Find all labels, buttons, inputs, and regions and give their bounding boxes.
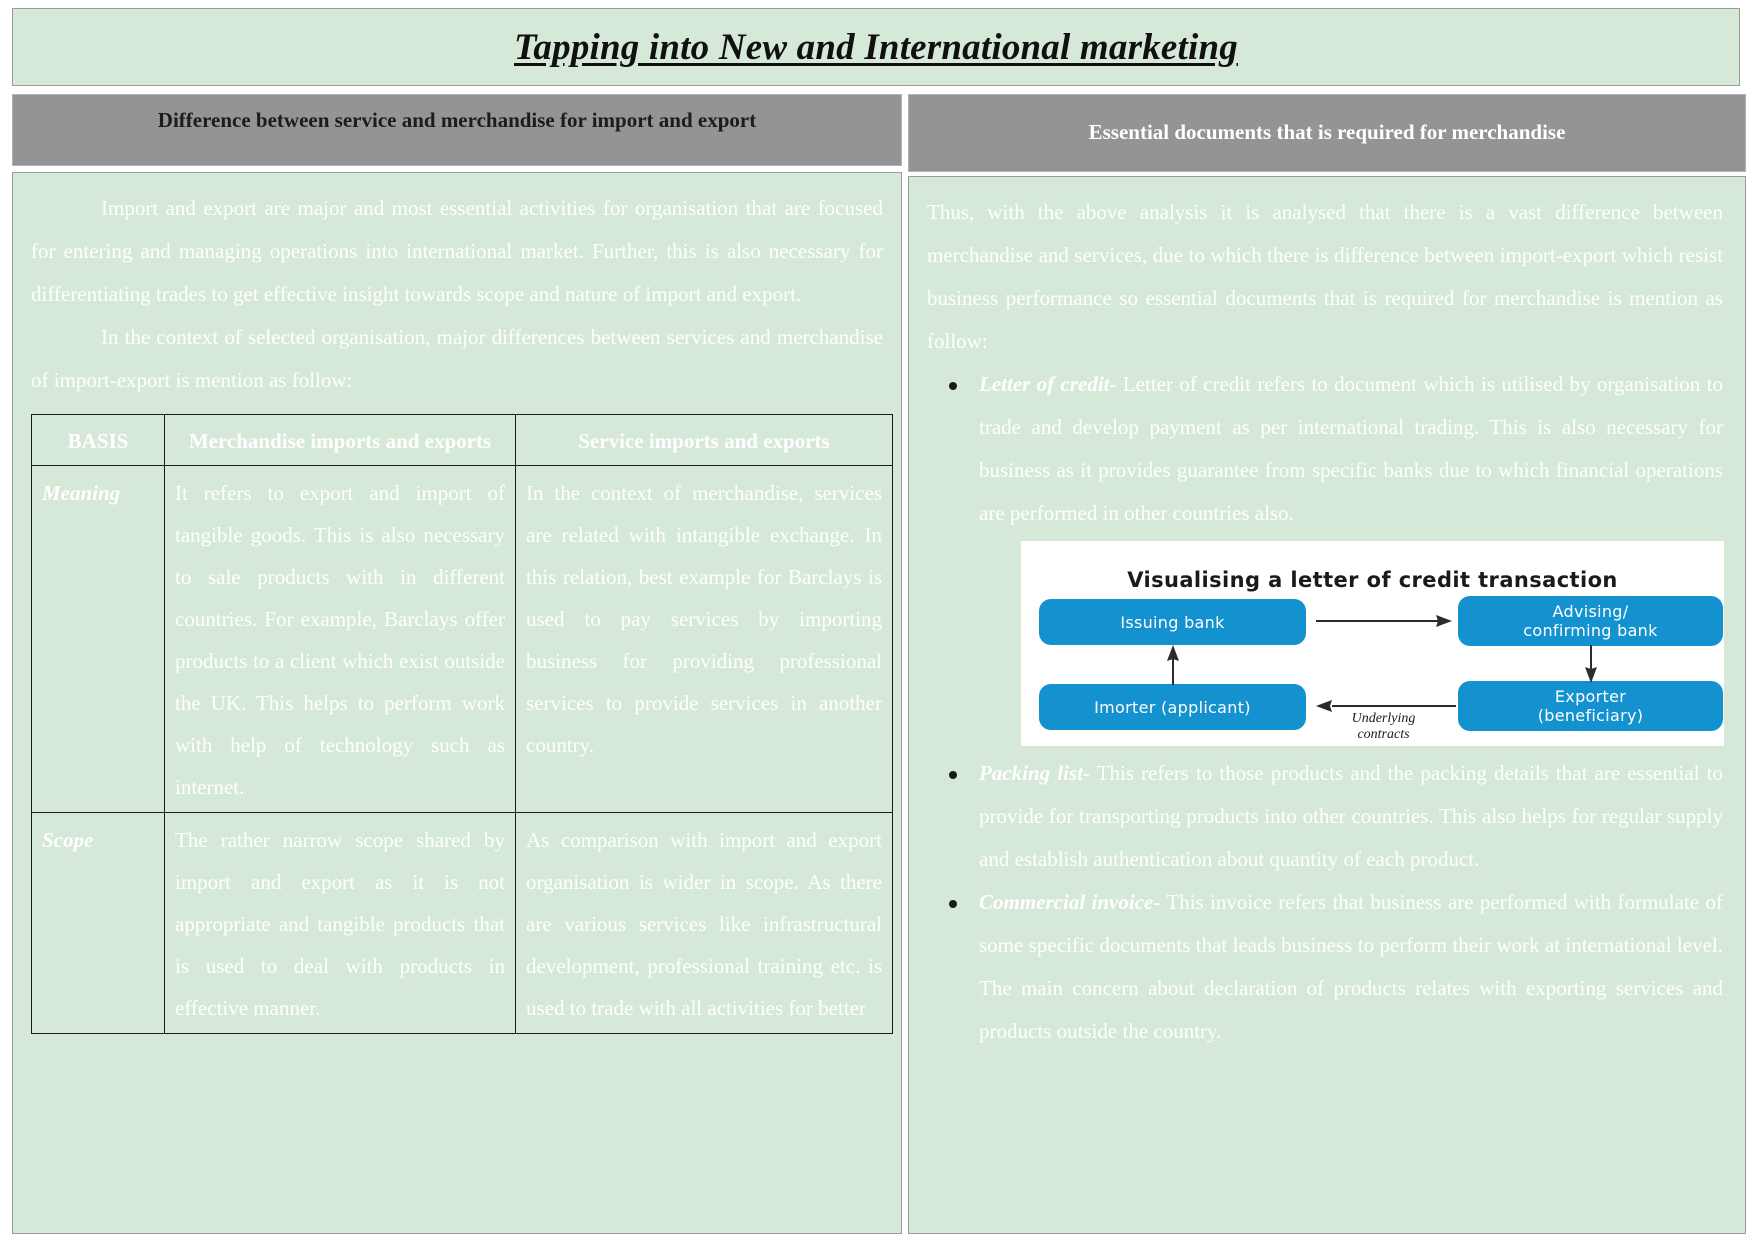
page-title: Tapping into New and International marke… <box>514 26 1238 68</box>
list-item: Commercial invoice- This invoice refers … <box>949 881 1723 1053</box>
table-cell-merchandise-meaning: It refers to export and import of tangib… <box>164 465 516 813</box>
figure-box-exporter-label: Exporter (beneficiary) <box>1538 687 1644 725</box>
table-cell-service-meaning: In the context of merchandise, services … <box>515 465 893 813</box>
edge-label-line-2: contracts <box>1357 727 1410 742</box>
table-header-row: BASIS Merchandise imports and exports Se… <box>31 414 893 466</box>
left-column-header-text: Difference between service and merchandi… <box>157 108 757 132</box>
document-term-letter-of-credit: Letter of credit- <box>979 372 1117 396</box>
essential-documents-list: Letter of credit- Letter of credit refer… <box>927 363 1724 1053</box>
table-row: Meaning It refers to export and import o… <box>31 465 893 813</box>
table-header-service: Service imports and exports <box>515 414 893 466</box>
document-text-packing-list: This refers to those products and the pa… <box>979 761 1723 871</box>
table-cell-basis-scope: Scope <box>31 812 165 1034</box>
right-column-header-text: Essential documents that is required for… <box>1088 120 1566 144</box>
list-item: Letter of credit- Letter of credit refer… <box>949 363 1724 746</box>
document-term-commercial-invoice: Commercial invoice- <box>979 890 1161 914</box>
document-term-packing-list: Packing list- <box>979 761 1090 785</box>
letter-of-credit-figure: Visualising a letter of credit transacti… <box>1021 541 1724 746</box>
left-column-header-bar: Difference between service and merchandi… <box>12 94 902 166</box>
two-column-layout: Difference between service and merchandi… <box>12 94 1746 1234</box>
arrow-importer-to-issuing-icon <box>1165 645 1181 685</box>
table-cell-basis-meaning: Meaning <box>31 465 165 813</box>
figure-box-advising-bank: Advising/ confirming bank <box>1458 596 1723 646</box>
advising-bank-line-1: Advising/ <box>1552 602 1629 621</box>
left-column-body: Import and export are major and most ess… <box>12 172 902 1234</box>
figure-box-exporter: Exporter (beneficiary) <box>1458 681 1723 731</box>
right-column-body: Thus, with the above analysis it is anal… <box>908 176 1746 1234</box>
comparison-table: BASIS Merchandise imports and exports Se… <box>31 414 893 1034</box>
left-paragraph-2: In the context of selected organisation,… <box>31 325 883 392</box>
document-title-banner: Tapping into New and International marke… <box>12 8 1740 86</box>
edge-label-line-1: Underlying <box>1351 711 1416 726</box>
figure-edge-label-underlying-contracts: Underlying contracts <box>1321 711 1446 743</box>
table-cell-service-scope: As comparison with import and export org… <box>515 812 893 1034</box>
figure-box-issuing-bank: Issuing bank <box>1039 599 1306 645</box>
arrow-issuing-to-advising-icon <box>1316 613 1452 629</box>
list-item: Packing list- This refers to those produ… <box>949 752 1723 881</box>
right-column-header-bar: Essential documents that is required for… <box>908 94 1746 172</box>
table-header-basis: BASIS <box>31 414 165 466</box>
table-cell-merchandise-scope: The rather narrow scope shared by import… <box>164 812 516 1034</box>
right-intro-paragraph: Thus, with the above analysis it is anal… <box>927 200 1723 353</box>
table-row: Scope The rather narrow scope shared by … <box>31 812 893 1034</box>
figure-box-importer: Imorter (applicant) <box>1039 684 1306 730</box>
left-paragraph-1: Import and export are major and most ess… <box>31 196 883 306</box>
figure-box-advising-bank-label: Advising/ confirming bank <box>1523 602 1657 640</box>
left-column: Difference between service and merchandi… <box>12 94 902 1234</box>
exporter-line-1: Exporter <box>1554 687 1627 706</box>
table-header-merchandise: Merchandise imports and exports <box>164 414 516 466</box>
document-page: Tapping into New and International marke… <box>0 0 1754 1241</box>
figure-box-issuing-bank-label: Issuing bank <box>1120 612 1225 632</box>
figure-box-importer-label: Imorter (applicant) <box>1094 697 1251 717</box>
exporter-line-2: (beneficiary) <box>1537 706 1644 725</box>
right-column: Essential documents that is required for… <box>904 94 1746 1234</box>
advising-bank-line-2: confirming bank <box>1523 621 1658 640</box>
arrow-advising-to-exporter-icon <box>1583 645 1599 683</box>
